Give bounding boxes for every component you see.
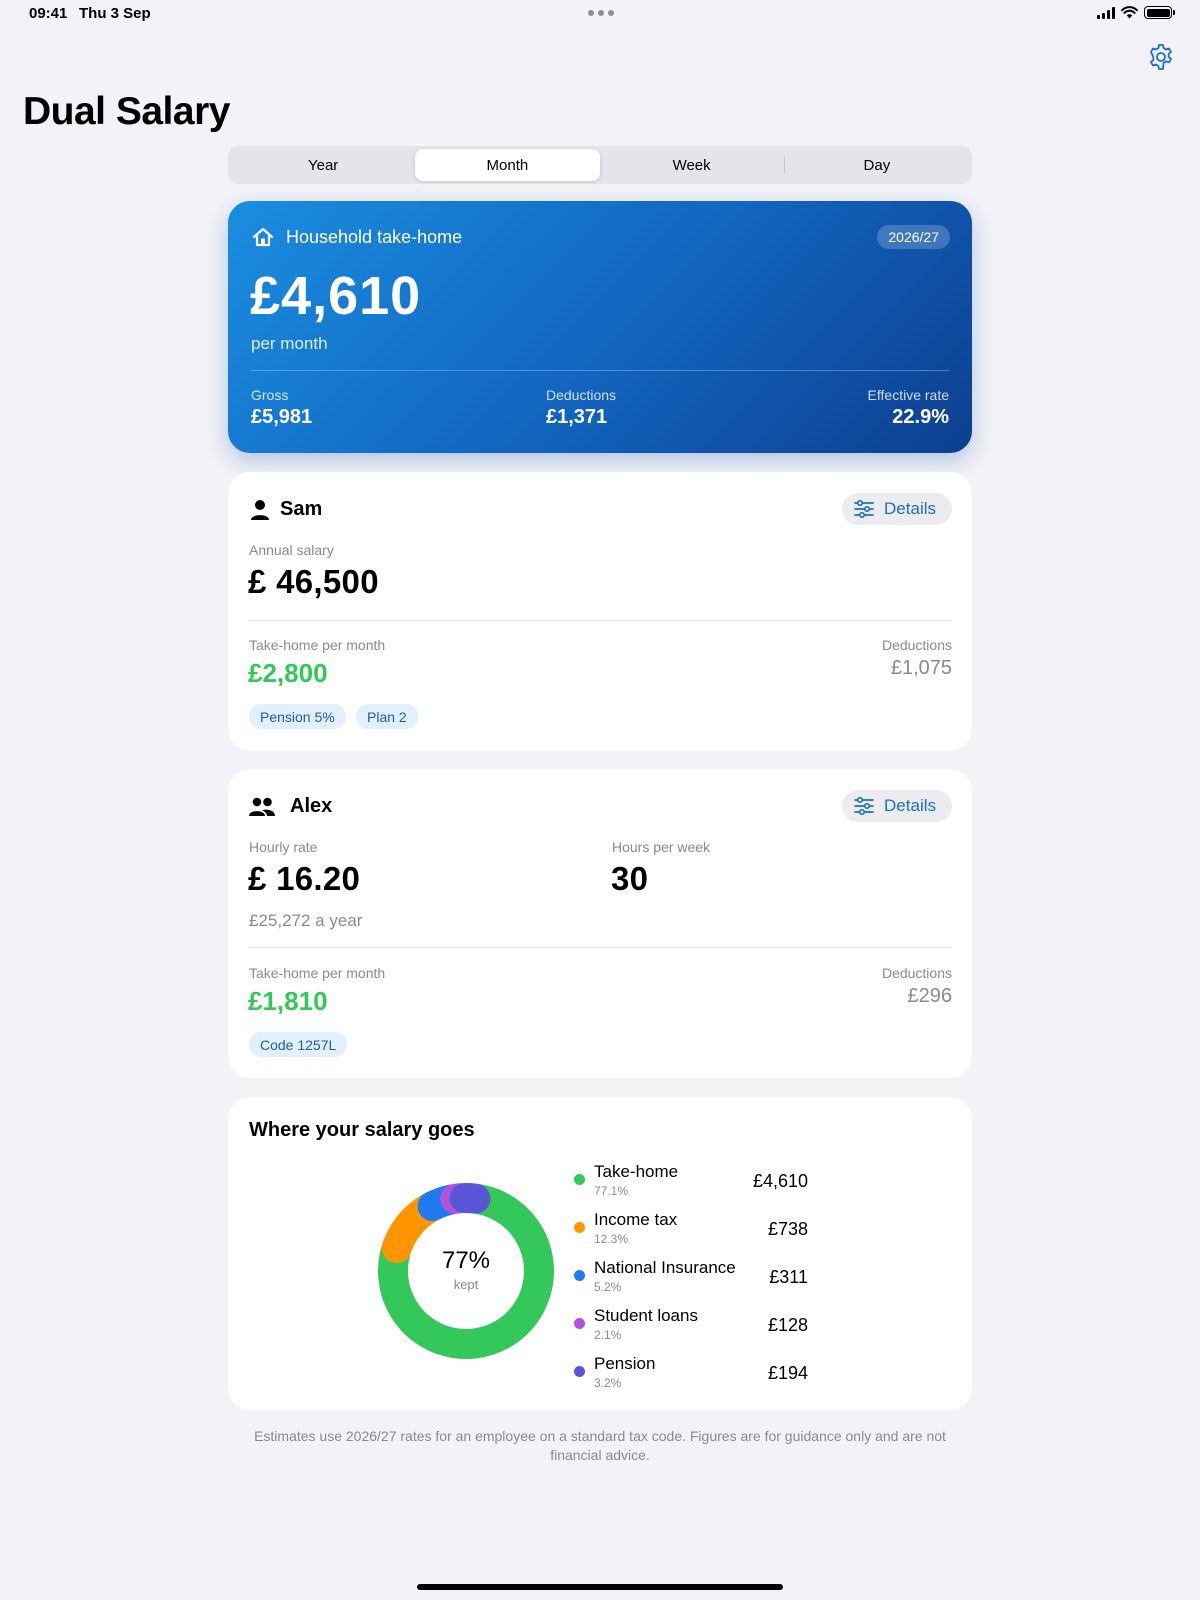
- sliders-icon: [854, 797, 874, 815]
- tax-year-badge: 2026/27: [877, 225, 950, 249]
- status-bar: 09:41 Thu 3 Sep: [0, 0, 1200, 30]
- tab-year[interactable]: Year: [231, 149, 415, 181]
- multitasking-dots-icon[interactable]: [588, 10, 614, 16]
- pension-chip: Pension 5%: [249, 704, 346, 729]
- status-time: 09:41: [29, 5, 68, 22]
- deductions-value: £296: [907, 985, 953, 1007]
- legend-amount: £194: [767, 1363, 808, 1383]
- legend-amount: £4,610: [752, 1171, 808, 1191]
- effective-rate-value: 22.9%: [892, 406, 949, 428]
- legend-item-income-tax: Income tax 12.3% £738: [574, 1210, 814, 1254]
- legend-percent: 12.3%: [594, 1232, 629, 1246]
- legend-percent: 5.2%: [594, 1280, 622, 1294]
- household-title: Household take-home: [286, 227, 463, 247]
- sam-details-button[interactable]: Details: [842, 493, 952, 525]
- home-indicator[interactable]: [417, 1584, 783, 1590]
- deductions-label: Deductions: [881, 637, 952, 653]
- person-icon: [251, 500, 269, 520]
- battery-icon: [1144, 6, 1175, 19]
- tax-code-chip: Code 1257L: [249, 1032, 348, 1057]
- wifi-icon: [1121, 6, 1138, 19]
- status-icons: [1097, 6, 1175, 19]
- tab-day[interactable]: Day: [785, 149, 969, 181]
- hours-per-week-label: Hours per week: [612, 839, 711, 855]
- legend-dot: [574, 1318, 585, 1329]
- legend-name: National Insurance: [594, 1258, 736, 1277]
- settings-gear-icon[interactable]: [1146, 42, 1176, 72]
- app-screen: 09:41 Thu 3 Sep Dual Salary Year Month W…: [0, 0, 1200, 1600]
- person-name: Alex: [290, 795, 333, 817]
- effective-rate-stat: Effective rate 22.9%: [868, 387, 949, 429]
- legend-dot: [574, 1270, 585, 1281]
- hourly-rate-label: Hourly rate: [249, 839, 318, 855]
- donut-center-label: kept: [453, 1277, 479, 1292]
- salary-breakdown-card: Where your salary goes 77% kept Take-hom…: [228, 1097, 972, 1410]
- deductions-value: £1,371: [546, 406, 608, 428]
- deductions-stat: Deductions £1,371: [546, 387, 616, 429]
- tab-month[interactable]: Month: [415, 149, 600, 181]
- status-date: Thu 3 Sep: [79, 5, 151, 22]
- person-name: Sam: [280, 498, 323, 520]
- legend-name: Income tax: [594, 1210, 678, 1229]
- takehome-value: £2,800: [248, 658, 328, 688]
- hero-divider: [251, 370, 949, 371]
- legend-amount: £128: [767, 1315, 808, 1335]
- breakdown-title: Where your salary goes: [249, 1119, 475, 1141]
- legend-name: Take-home: [594, 1162, 679, 1181]
- two-people-icon: [249, 797, 275, 816]
- household-summary-card: Household take-home 2026/27 £4,610 per m…: [228, 201, 972, 453]
- household-period: per month: [251, 334, 328, 353]
- gross-value: £5,981: [251, 406, 313, 428]
- yearly-equivalent: £25,272 a year: [249, 911, 363, 930]
- person-card-sam: Sam Details Annual salary £ 46,500 Take-…: [228, 472, 972, 751]
- gross-stat: Gross £5,981: [251, 387, 312, 429]
- house-icon: [252, 227, 274, 247]
- legend-dot: [574, 1366, 585, 1377]
- legend-percent: 3.2%: [594, 1376, 622, 1390]
- donut-segment-pension: [449, 1183, 491, 1214]
- effective-rate-label: Effective rate: [867, 387, 949, 403]
- legend-amount: £738: [767, 1219, 808, 1239]
- hourly-rate-value[interactable]: £ 16.20: [248, 860, 360, 898]
- card-divider: [248, 620, 952, 621]
- deductions-value: £1,075: [890, 657, 952, 679]
- details-label: Details: [884, 499, 936, 518]
- deductions-label: Deductions: [546, 387, 617, 403]
- legend-percent: 77.1%: [594, 1184, 629, 1198]
- household-takehome-amount: £4,610: [250, 266, 422, 326]
- legend-amount: £311: [769, 1267, 808, 1287]
- legend-percent: 2.1%: [594, 1328, 622, 1342]
- legend-dot: [574, 1222, 585, 1233]
- page-title: Dual Salary: [23, 90, 230, 133]
- legend-dot: [574, 1174, 585, 1185]
- details-label: Details: [884, 796, 936, 815]
- legend-item-takehome: Take-home 77.1% £4,610: [574, 1162, 814, 1206]
- disclaimer-footnote: Estimates use 2026/27 rates for an emplo…: [254, 1428, 946, 1463]
- takehome-label: Take-home per month: [249, 965, 386, 981]
- legend-item-national-insurance: National Insurance 5.2% £311: [574, 1258, 814, 1302]
- legend-item-pension: Pension 3.2% £194: [574, 1354, 814, 1398]
- person-card-alex: Alex Details Hourly rate £ 16.20 £25,272…: [228, 769, 972, 1078]
- tab-week[interactable]: Week: [600, 149, 784, 181]
- student-loan-plan-chip: Plan 2: [356, 704, 418, 729]
- alex-details-button[interactable]: Details: [842, 790, 952, 822]
- gross-label: Gross: [251, 387, 289, 403]
- takehome-value: £1,810: [248, 986, 328, 1016]
- cellular-signal-icon: [1097, 6, 1115, 19]
- annual-salary-label: Annual salary: [249, 542, 334, 558]
- deductions-label: Deductions: [881, 965, 952, 981]
- annual-salary-value[interactable]: £ 46,500: [248, 563, 379, 601]
- hours-per-week-value[interactable]: 30: [611, 860, 648, 898]
- card-divider: [248, 947, 952, 948]
- donut-center-value: 77%: [441, 1247, 491, 1274]
- period-segmented-control: Year Month Week Day: [228, 146, 972, 184]
- legend-name: Student loans: [594, 1306, 698, 1325]
- takehome-label: Take-home per month: [249, 637, 386, 653]
- legend-item-student-loans: Student loans 2.1% £128: [574, 1306, 814, 1350]
- legend-name: Pension: [594, 1354, 656, 1373]
- sliders-icon: [854, 500, 874, 518]
